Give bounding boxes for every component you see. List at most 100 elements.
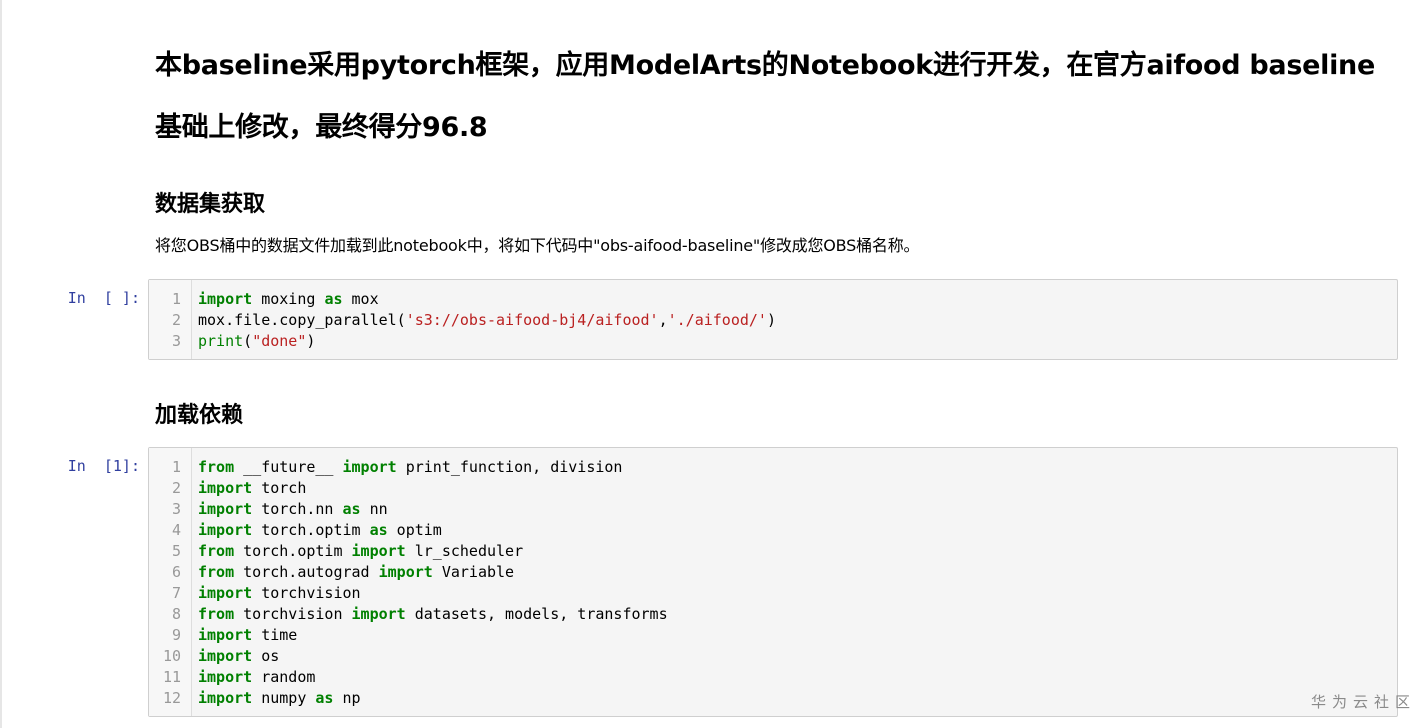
code-keyword: from: [198, 605, 235, 623]
line-number: 6: [171, 563, 181, 581]
code-text: mox.file.copy_parallel('s3://obs-aifood-…: [198, 310, 776, 331]
code-text: import torch.nn as nn: [198, 499, 388, 520]
code-token: torchvision: [234, 605, 352, 623]
code-token: torch.optim: [234, 542, 352, 560]
code-keyword: from: [198, 563, 235, 581]
line-number: 1: [171, 290, 181, 308]
line-number: 5: [171, 542, 181, 560]
code-keyword: import: [378, 563, 433, 581]
code-line[interactable]: 2 mox.file.copy_parallel('s3://obs-aifood…: [149, 310, 1397, 331]
code-token: lr_scheduler: [405, 542, 524, 560]
code-text: import numpy as np: [198, 688, 361, 709]
code-token: (: [243, 332, 253, 350]
code-line[interactable]: 9 import time: [149, 625, 1397, 646]
code-builtin: print: [198, 332, 244, 350]
code-token: __future__: [234, 458, 343, 476]
code-keyword: import: [198, 584, 253, 602]
markdown-cell-deps[interactable]: 加载依赖: [155, 397, 1388, 429]
code-text: from torch.optim import lr_scheduler: [198, 541, 523, 562]
code-keyword: as: [315, 689, 334, 707]
code-keyword: import: [198, 479, 253, 497]
code-line[interactable]: 6 from torch.autograd import Variable: [149, 562, 1397, 583]
code-text: print("done"): [198, 331, 315, 352]
code-token: ,: [658, 311, 668, 329]
line-number: 11: [162, 668, 181, 686]
code-line[interactable]: 2 import torch: [149, 478, 1397, 499]
code-keyword: import: [198, 647, 253, 665]
markdown-cell-dataset[interactable]: 数据集获取 将您OBS桶中的数据文件加载到此notebook中，将如下代码中"o…: [155, 186, 1388, 256]
code-string: 's3://obs-aifood-bj4/aifood': [405, 311, 659, 329]
code-keyword: import: [351, 605, 406, 623]
code-keyword: import: [198, 521, 253, 539]
code-text: from __future__ import print_function, d…: [198, 457, 622, 478]
code-string: './aifood/': [667, 311, 767, 329]
line-number: 8: [171, 605, 181, 623]
code-text: import random: [198, 667, 315, 688]
code-cell-1[interactable]: 1 import moxing as mox 2 mox.file.copy_para…: [148, 279, 1398, 360]
code-line[interactable]: 3 print("done"): [149, 331, 1397, 352]
code-line[interactable]: 10 import os: [149, 646, 1397, 667]
code-line[interactable]: 4 import torch.optim as optim: [149, 520, 1397, 541]
code-token: torch.autograd: [234, 563, 379, 581]
code-text: import torch: [198, 478, 306, 499]
code-text: import torch.optim as optim: [198, 520, 442, 541]
code-token: torchvision: [252, 584, 361, 602]
code-token: datasets, models, transforms: [405, 605, 668, 623]
code-line[interactable]: 7 import torchvision: [149, 583, 1397, 604]
line-number: 3: [171, 332, 181, 350]
code-token: mox.file.copy_parallel(: [198, 311, 406, 329]
code-token: np: [333, 689, 361, 707]
code-text: import os: [198, 646, 279, 667]
line-number: 12: [162, 689, 181, 707]
code-token: optim: [387, 521, 442, 539]
cell-prompt-2: In [1]:: [67, 457, 140, 475]
code-token: print_function, division: [396, 458, 623, 476]
code-keyword: as: [342, 500, 361, 518]
line-number: 10: [162, 647, 181, 665]
code-keyword: import: [351, 542, 406, 560]
code-cell-2[interactable]: 1 from __future__ import print_function, …: [148, 447, 1398, 717]
page-title-line-1: 本baseline采用pytorch框架，应用ModelArts的Noteboo…: [155, 50, 1375, 81]
code-keyword: as: [369, 521, 388, 539]
code-line[interactable]: 1 import moxing as mox: [149, 289, 1397, 310]
line-number: 7: [171, 584, 181, 602]
code-token: moxing: [252, 290, 325, 308]
section-text-dataset: 将您OBS桶中的数据文件加载到此notebook中，将如下代码中"obs-aif…: [155, 236, 920, 255]
code-text: import moxing as mox: [198, 289, 379, 310]
code-token: torch.optim: [252, 521, 370, 539]
code-token: mox: [342, 290, 379, 308]
code-string: "done": [252, 332, 307, 350]
code-token: numpy: [252, 689, 316, 707]
code-line[interactable]: 8 from torchvision import datasets, model…: [149, 604, 1397, 625]
code-keyword: import: [198, 689, 253, 707]
line-number: 9: [171, 626, 181, 644]
markdown-cell-title[interactable]: 本baseline采用pytorch框架，应用ModelArts的Noteboo…: [155, 35, 1388, 159]
code-line[interactable]: 1 from __future__ import print_function, …: [149, 457, 1397, 478]
code-keyword: import: [198, 500, 253, 518]
code-line[interactable]: 5 from torch.optim import lr_scheduler: [149, 541, 1397, 562]
watermark: 华为云社区: [1310, 693, 1416, 711]
section-heading-deps: 加载依赖: [155, 403, 244, 428]
code-keyword: import: [342, 458, 397, 476]
code-keyword: import: [198, 290, 253, 308]
code-keyword: from: [198, 458, 235, 476]
page-title-line-2: 基础上修改，最终得分96.8: [155, 112, 488, 143]
code-keyword: as: [324, 290, 343, 308]
code-line[interactable]: 3 import torch.nn as nn: [149, 499, 1397, 520]
code-token: nn: [360, 500, 388, 518]
line-number: 2: [171, 311, 181, 329]
section-heading-dataset: 数据集获取: [155, 192, 266, 217]
code-line[interactable]: 11 import random: [149, 667, 1397, 688]
code-line[interactable]: 12 import numpy as np: [149, 688, 1397, 709]
code-text: import torchvision: [198, 583, 361, 604]
code-keyword: import: [198, 668, 253, 686]
cell-prompt-1: In [ ]:: [67, 289, 140, 307]
code-token: Variable: [432, 563, 515, 581]
code-text: import time: [198, 625, 297, 646]
code-keyword: import: [198, 626, 253, 644]
line-number: 3: [171, 500, 181, 518]
line-number: 1: [171, 458, 181, 476]
code-token: torch: [252, 479, 307, 497]
line-number: 4: [171, 521, 181, 539]
code-token: random: [252, 668, 316, 686]
